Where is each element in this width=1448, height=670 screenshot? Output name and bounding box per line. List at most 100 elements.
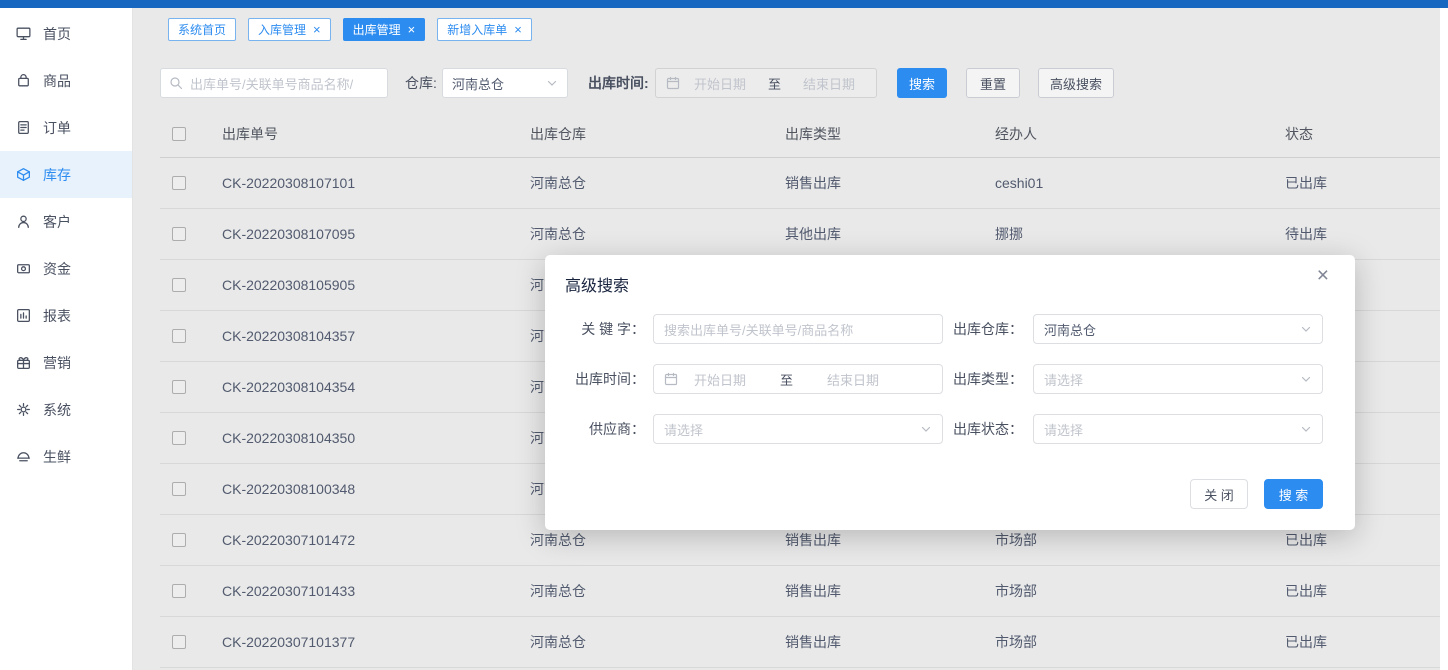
column-header-operator: 经办人 bbox=[995, 124, 1037, 144]
status-cell: 待出库 bbox=[1285, 224, 1327, 244]
tab-bar: 系统首页 × 入库管理 × 出库管理 × 新增入库单 × bbox=[168, 18, 532, 41]
close-icon[interactable]: × bbox=[514, 23, 522, 36]
funds-icon bbox=[15, 260, 32, 277]
advanced-search-button[interactable]: 高级搜索 bbox=[1038, 68, 1114, 98]
modal-warehouse-value: 河南总仓 bbox=[1044, 320, 1096, 339]
modal-supplier-label: 供应商： bbox=[545, 414, 645, 444]
modal-date-to-label: 至 bbox=[780, 370, 793, 389]
order-no-cell: CK-20220308104357 bbox=[222, 328, 355, 344]
tab-label: 出库管理 bbox=[353, 21, 401, 38]
reset-button[interactable]: 重置 bbox=[966, 68, 1020, 98]
sidebar-item[interactable]: 库存 bbox=[0, 151, 132, 198]
modal-type-select[interactable]: 请选择 bbox=[1033, 364, 1323, 394]
column-header-type: 出库类型 bbox=[785, 124, 841, 144]
tab-label: 入库管理 bbox=[258, 21, 306, 38]
row-checkbox[interactable] bbox=[172, 533, 186, 547]
sidebar-item-label: 订单 bbox=[43, 118, 71, 138]
select-all-checkbox[interactable] bbox=[172, 127, 186, 141]
modal-status-label: 出库状态： bbox=[875, 414, 1023, 444]
modal-type-placeholder: 请选择 bbox=[1044, 370, 1083, 389]
vertical-scrollbar[interactable] bbox=[1440, 8, 1448, 670]
row-checkbox[interactable] bbox=[172, 227, 186, 241]
status-cell: 已出库 bbox=[1285, 632, 1327, 652]
order-no-cell: CK-20220307101377 bbox=[222, 634, 355, 650]
marketing-icon bbox=[15, 354, 32, 371]
table-row: CK-20220308107101 河南总仓 销售出库 ceshi01 已出库 bbox=[160, 158, 1440, 209]
sidebar-item-label: 库存 bbox=[43, 165, 71, 185]
tab[interactable]: 出库管理 × bbox=[343, 18, 426, 41]
column-header-status: 状态 bbox=[1285, 124, 1313, 144]
row-checkbox[interactable] bbox=[172, 278, 186, 292]
row-checkbox[interactable] bbox=[172, 176, 186, 190]
row-checkbox[interactable] bbox=[172, 584, 186, 598]
modal-warehouse-select[interactable]: 河南总仓 bbox=[1033, 314, 1323, 344]
row-checkbox[interactable] bbox=[172, 380, 186, 394]
status-cell: 已出库 bbox=[1285, 173, 1327, 193]
modal-supplier-placeholder: 请选择 bbox=[664, 420, 703, 439]
sidebar-item[interactable]: 营销 bbox=[0, 339, 132, 386]
modal-start-date-placeholder: 开始日期 bbox=[694, 370, 746, 389]
tab[interactable]: 系统首页 × bbox=[168, 18, 236, 41]
tab[interactable]: 新增入库单 × bbox=[437, 18, 532, 41]
sidebar-item-label: 报表 bbox=[43, 306, 71, 326]
close-icon[interactable]: × bbox=[408, 23, 416, 36]
sidebar-item[interactable]: 首页 bbox=[0, 10, 132, 57]
sidebar-item[interactable]: 系统 bbox=[0, 386, 132, 433]
chevron-down-icon bbox=[1300, 373, 1312, 385]
orders-icon bbox=[15, 119, 32, 136]
table-row: CK-20220307101377 河南总仓 销售出库 市场部 已出库 bbox=[160, 617, 1440, 668]
modal-title: 高级搜索 bbox=[565, 272, 629, 296]
modal-form-row: 关 键 字： 搜索出库单号/关联单号/商品名称 出库仓库： 河南总仓 bbox=[545, 314, 1355, 344]
sidebar-item[interactable]: 生鲜 bbox=[0, 433, 132, 480]
date-range-input[interactable]: 开始日期 至 结束日期 bbox=[655, 68, 877, 98]
modal-status-placeholder: 请选择 bbox=[1044, 420, 1083, 439]
modal-close-button[interactable]: 关 闭 bbox=[1190, 479, 1248, 509]
keyword-placeholder: 搜索出库单号/关联单号/商品名称 bbox=[664, 320, 853, 339]
operator-cell: 市场部 bbox=[995, 581, 1037, 601]
warehouse-cell: 河南总仓 bbox=[530, 173, 586, 193]
table-row: CK-20220307101433 河南总仓 销售出库 市场部 已出库 bbox=[160, 566, 1440, 617]
row-checkbox[interactable] bbox=[172, 635, 186, 649]
sidebar-item[interactable]: 报表 bbox=[0, 292, 132, 339]
sidebar-item[interactable]: 客户 bbox=[0, 198, 132, 245]
order-no-cell: CK-20220308107095 bbox=[222, 226, 355, 242]
order-no-cell: CK-20220308104350 bbox=[222, 430, 355, 446]
modal-form-row: 出库时间： 开始日期 至 结束日期 出库类型： 请选择 bbox=[545, 364, 1355, 394]
top-bar bbox=[0, 0, 1448, 8]
search-button[interactable]: 搜索 bbox=[897, 68, 947, 98]
operator-cell: ceshi01 bbox=[995, 175, 1043, 191]
operator-cell: 市场部 bbox=[995, 632, 1037, 652]
chevron-down-icon bbox=[546, 77, 558, 89]
table-row: CK-20220308107095 河南总仓 其他出库 挪挪 待出库 bbox=[160, 209, 1440, 260]
row-checkbox[interactable] bbox=[172, 431, 186, 445]
date-to-label: 至 bbox=[768, 74, 781, 93]
modal-search-button[interactable]: 搜 索 bbox=[1264, 479, 1323, 509]
modal-end-date-placeholder: 结束日期 bbox=[827, 370, 879, 389]
warehouse-select[interactable]: 河南总仓 bbox=[442, 68, 568, 98]
modal-close-icon[interactable]: × bbox=[1317, 265, 1329, 286]
tab[interactable]: 入库管理 × bbox=[248, 18, 331, 41]
modal-time-label: 出库时间： bbox=[545, 364, 645, 394]
warehouse-select-value: 河南总仓 bbox=[452, 74, 504, 93]
sidebar-item[interactable]: 商品 bbox=[0, 57, 132, 104]
type-cell: 销售出库 bbox=[785, 173, 841, 193]
sidebar-item[interactable]: 资金 bbox=[0, 245, 132, 292]
search-input[interactable]: 出库单号/关联单号商品名称/ bbox=[160, 68, 388, 98]
modal-status-select[interactable]: 请选择 bbox=[1033, 414, 1323, 444]
sidebar-item[interactable]: 订单 bbox=[0, 104, 132, 151]
home-icon bbox=[15, 25, 32, 42]
search-placeholder: 出库单号/关联单号商品名称/ bbox=[190, 74, 353, 93]
outbound-time-label: 出库时间: bbox=[588, 68, 649, 98]
close-icon[interactable]: × bbox=[313, 23, 321, 36]
reports-icon bbox=[15, 307, 32, 324]
tab-label: 新增入库单 bbox=[447, 21, 507, 38]
sidebar-item-label: 生鲜 bbox=[43, 447, 71, 467]
customers-icon bbox=[15, 213, 32, 230]
row-checkbox[interactable] bbox=[172, 482, 186, 496]
status-cell: 已出库 bbox=[1285, 530, 1327, 550]
order-no-cell: CK-20220308100348 bbox=[222, 481, 355, 497]
operator-cell: 市场部 bbox=[995, 530, 1037, 550]
fresh-icon bbox=[15, 448, 32, 465]
sidebar-item-label: 商品 bbox=[43, 71, 71, 91]
row-checkbox[interactable] bbox=[172, 329, 186, 343]
